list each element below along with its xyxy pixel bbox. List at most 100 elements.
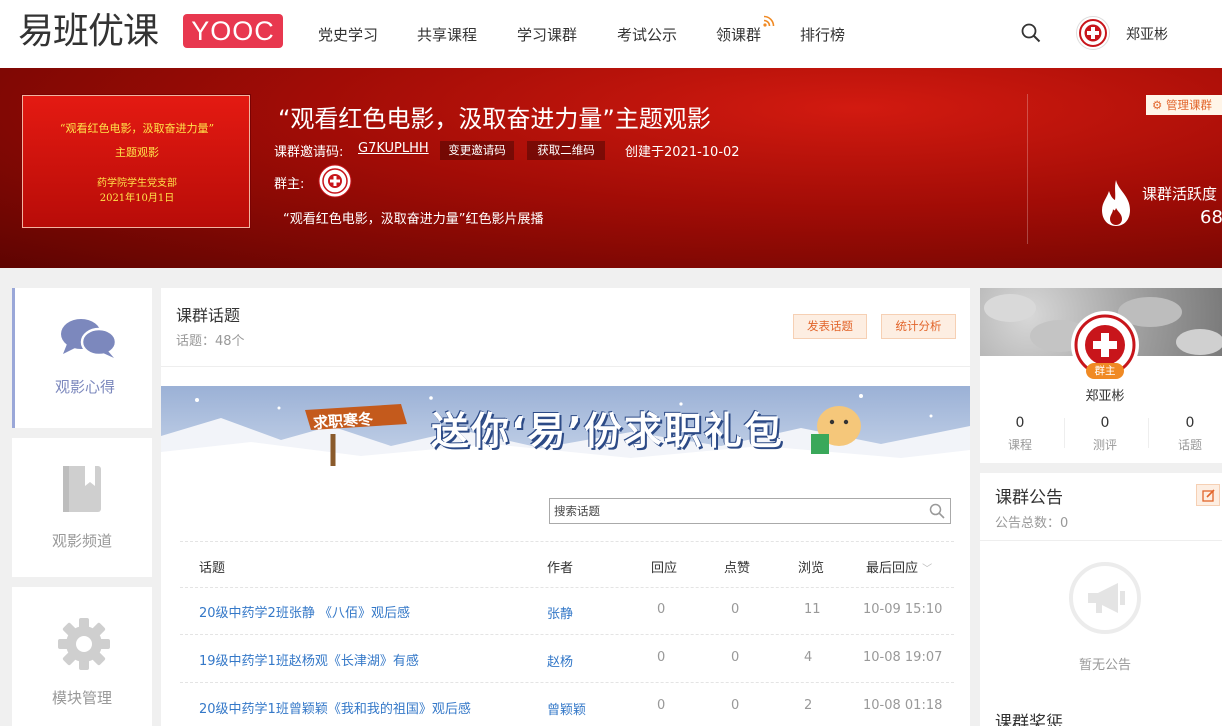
fire-icon [1102,180,1130,226]
stat-divider [1148,418,1149,448]
owner-label: 群主: [274,177,305,192]
group-title: “观看红色电影，汲取奋进力量”主题观影 [278,105,711,133]
course-label: 课程 [1007,438,1032,452]
author-link[interactable]: 张静 [547,603,573,622]
table-divider [180,634,954,635]
divider [980,540,1222,541]
post-topic-button[interactable]: 发表话题 [793,314,867,339]
reply-count: 0 [657,698,666,713]
logo-text[interactable]: 易班优课 [18,10,159,54]
group-cover-image: “观看红色电影，汲取奋进力量” 主题观影 药学院学生党支部 2021年10月1日 [22,95,250,228]
column-header-replies: 回应 [651,561,678,576]
edit-notice-button[interactable] [1196,484,1220,506]
nav-claim-group[interactable]: 领课群 [716,24,761,45]
top-header: 易班优课 YOOC 党史学习 共享课程 学习课群 考试公示 领课群 排行榜 郑亚… [0,0,1222,68]
topic-link[interactable]: 19级中药学1班赵杨观《长津湖》有感 [199,650,419,669]
topic-stat-label: 话题 [1177,438,1202,452]
rewards-panel: 课群奖惩 [980,700,1222,726]
topic-search [549,498,951,524]
edit-icon [1202,489,1215,502]
column-header-views: 浏览 [798,561,825,576]
course-count: 0 [1015,415,1025,431]
group-banner: “观看红色电影，汲取奋进力量” 主题观影 药学院学生党支部 2021年10月1日… [0,68,1222,268]
nav-exam-notice[interactable]: 考试公示 [617,24,677,45]
last-reply-time: 10-08 19:07 [863,650,943,665]
topic-stat-count: 0 [1185,415,1195,431]
activity-value: 68 [1200,207,1222,228]
topic-count: 话题：48个 [176,334,245,349]
nav-study-groups[interactable]: 学习课群 [517,24,577,45]
column-header-topic: 话题 [199,561,226,576]
left-nav-item-reviews[interactable]: 观影心得 [12,288,152,428]
like-count: 0 [731,650,740,665]
author-link[interactable]: 曾颖颖 [547,699,586,718]
rewards-title: 课群奖惩 [995,713,1063,726]
rss-icon [763,15,775,27]
chevron-down-icon: ﹀ [922,564,933,575]
left-nav-label: 观影心得 [54,378,115,396]
created-date: 创建于2021-10-02 [625,145,740,160]
poster-line: “观看红色电影，汲取奋进力量” [59,122,215,135]
owner-name: 郑亚彬 [1085,389,1125,404]
book-icon [63,466,101,512]
section-title: 课群话题 [176,306,241,325]
activity-label: 课群活跃度 [1142,185,1218,203]
view-count: 2 [804,698,813,713]
promo-sign-text: 求职寒冬 [312,409,374,433]
left-nav-item-channel[interactable]: 观影频道 [12,438,152,577]
left-nav-item-modules[interactable]: 模块管理 [12,587,152,726]
test-count: 0 [1100,415,1110,431]
owner-avatar[interactable] [318,164,352,198]
view-count: 4 [804,650,813,665]
change-code-button[interactable]: 变更邀请码 [440,141,514,160]
nav-shared-courses[interactable]: 共享课程 [417,24,477,45]
author-link[interactable]: 赵杨 [547,651,573,670]
manage-label: 管理课群 [1165,98,1212,112]
like-count: 0 [731,602,740,617]
search-icon[interactable] [1020,22,1042,44]
group-description: “观看红色电影，汲取奋进力量”红色影片展播 [283,212,544,227]
banner-divider [1027,94,1028,244]
column-header-likes: 点赞 [724,561,751,576]
username[interactable]: 郑亚彬 [1126,24,1168,44]
notice-count: 公告总数：0 [995,516,1069,531]
no-notice-text: 暂无公告 [1078,658,1131,673]
manage-group-button[interactable]: ⚙ 管理课群 [1146,95,1222,115]
notice-panel: 课群公告 公告总数：0 暂无公告 [980,473,1222,719]
column-header-last-reply[interactable]: 最后回应 ﹀ [866,557,932,576]
owner-badge: 群主 [1086,363,1124,379]
invite-code[interactable]: G7KUPLHH [358,141,429,156]
like-count: 0 [731,698,740,713]
search-icon[interactable] [929,503,945,519]
last-reply-time: 10-08 01:18 [863,698,943,713]
poster-line: 药学院学生党支部 [97,178,177,189]
user-avatar[interactable] [1076,16,1110,50]
notice-title: 课群公告 [995,488,1063,508]
nav-ranking[interactable]: 排行榜 [800,24,845,45]
column-header-author: 作者 [547,561,574,576]
nav-party-history[interactable]: 党史学习 [318,24,378,45]
poster-line: 主题观影 [115,146,159,159]
promo-banner[interactable]: 求职寒冬 送你‘易’份求职礼包 [161,386,970,469]
promo-slogan: 送你‘易’份求职礼包 [431,409,784,453]
owner-card: 群主 郑亚彬 0 课程 0 测评 0 话题 [980,288,1222,463]
topic-link[interactable]: 20级中药学2班张静 《八佰》观后感 [199,602,410,621]
statistics-button[interactable]: 统计分析 [881,314,956,339]
left-nav-label: 模块管理 [51,689,112,707]
gear-icon: ⚙ [1152,98,1163,112]
reply-count: 0 [657,602,666,617]
chat-bubbles-icon [61,319,118,358]
table-divider [180,682,954,683]
logo-badge[interactable]: YOOC [183,14,283,48]
topic-link[interactable]: 20级中药学1班曾颖颖《我和我的祖国》观后感 [199,698,471,717]
poster-line: 2021年10月1日 [99,193,175,204]
invite-label: 课群邀请码: [274,145,344,160]
table-divider [180,587,954,588]
megaphone-icon [1069,562,1141,634]
get-qr-button[interactable]: 获取二维码 [527,141,605,160]
divider [161,366,970,367]
test-label: 测评 [1092,438,1117,452]
view-count: 11 [804,602,821,617]
last-reply-time: 10-09 15:10 [863,602,943,617]
search-input[interactable] [550,499,920,523]
